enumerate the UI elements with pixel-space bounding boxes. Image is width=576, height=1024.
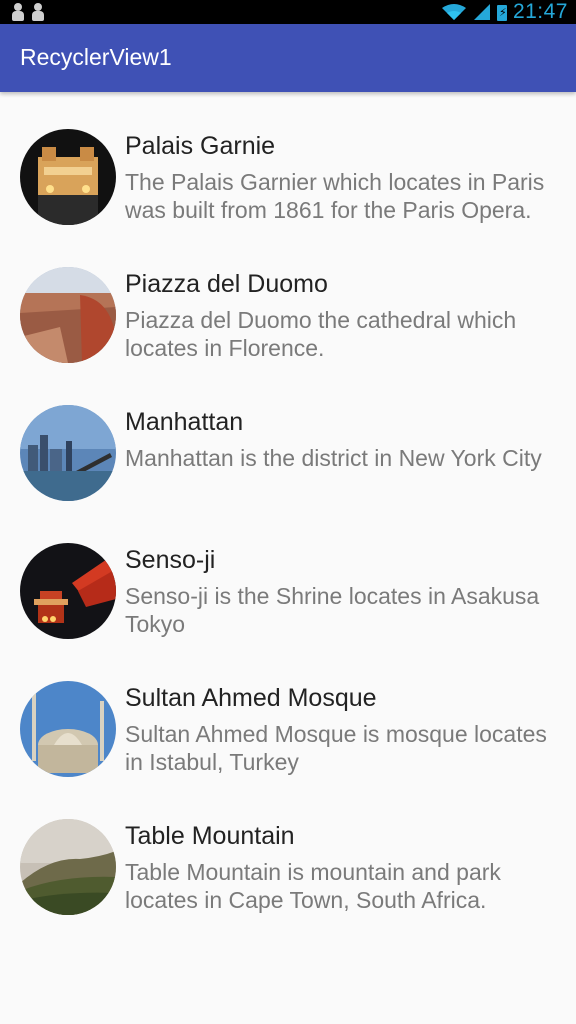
- item-description: Table Mountain is mountain and park loca…: [125, 859, 501, 913]
- status-bar: ⚡ 21:47: [0, 0, 576, 24]
- item-description: Sultan Ahmed Mosque is mosque locates in…: [125, 721, 547, 775]
- list-item[interactable]: Manhattan Manhattan is the district in N…: [0, 368, 576, 506]
- item-title: Table Mountain: [125, 822, 295, 850]
- person-icon: [12, 3, 24, 21]
- status-time: 21:47: [512, 0, 568, 23]
- list-item[interactable]: Senso-ji Senso-ji is the Shrine locates …: [0, 506, 576, 644]
- notification-icons: [12, 3, 44, 21]
- item-description: The Palais Garnier which locates in Pari…: [125, 169, 545, 223]
- item-description: Piazza del Duomo the cathedral which loc…: [125, 307, 517, 361]
- manhattan-image: [20, 405, 116, 501]
- item-title: Sultan Ahmed Mosque: [125, 684, 377, 712]
- app-title: RecyclerView1: [20, 44, 172, 70]
- item-title: Palais Garnie: [125, 132, 276, 160]
- item-title: Manhattan: [125, 408, 244, 436]
- wifi-icon: [441, 4, 466, 20]
- sultan-ahmed-mosque-image: [20, 681, 116, 777]
- battery-icon: ⚡: [496, 5, 507, 21]
- palais-garnier-image: [20, 129, 116, 225]
- table-mountain-image: [20, 819, 116, 915]
- signal-icon: [473, 4, 490, 20]
- item-description: Senso-ji is the Shrine locates in Asakus…: [125, 583, 540, 637]
- senso-ji-image: [20, 543, 116, 639]
- item-title: Piazza del Duomo: [125, 270, 328, 298]
- item-title: Senso-ji: [125, 546, 216, 574]
- item-description: Manhattan is the district in New York Ci…: [125, 445, 542, 471]
- list-item[interactable]: Piazza del Duomo Piazza del Duomo the ca…: [0, 230, 576, 368]
- list-item[interactable]: Table Mountain Table Mountain is mountai…: [0, 782, 576, 920]
- list-item[interactable]: Palais Garnie The Palais Garnier which l…: [0, 92, 576, 230]
- app-bar: RecyclerView1: [0, 24, 576, 92]
- piazza-del-duomo-image: [20, 267, 116, 363]
- person-icon: [32, 3, 44, 21]
- system-icons: ⚡ 21:47: [441, 0, 568, 24]
- list-item[interactable]: Sultan Ahmed Mosque Sultan Ahmed Mosque …: [0, 644, 576, 782]
